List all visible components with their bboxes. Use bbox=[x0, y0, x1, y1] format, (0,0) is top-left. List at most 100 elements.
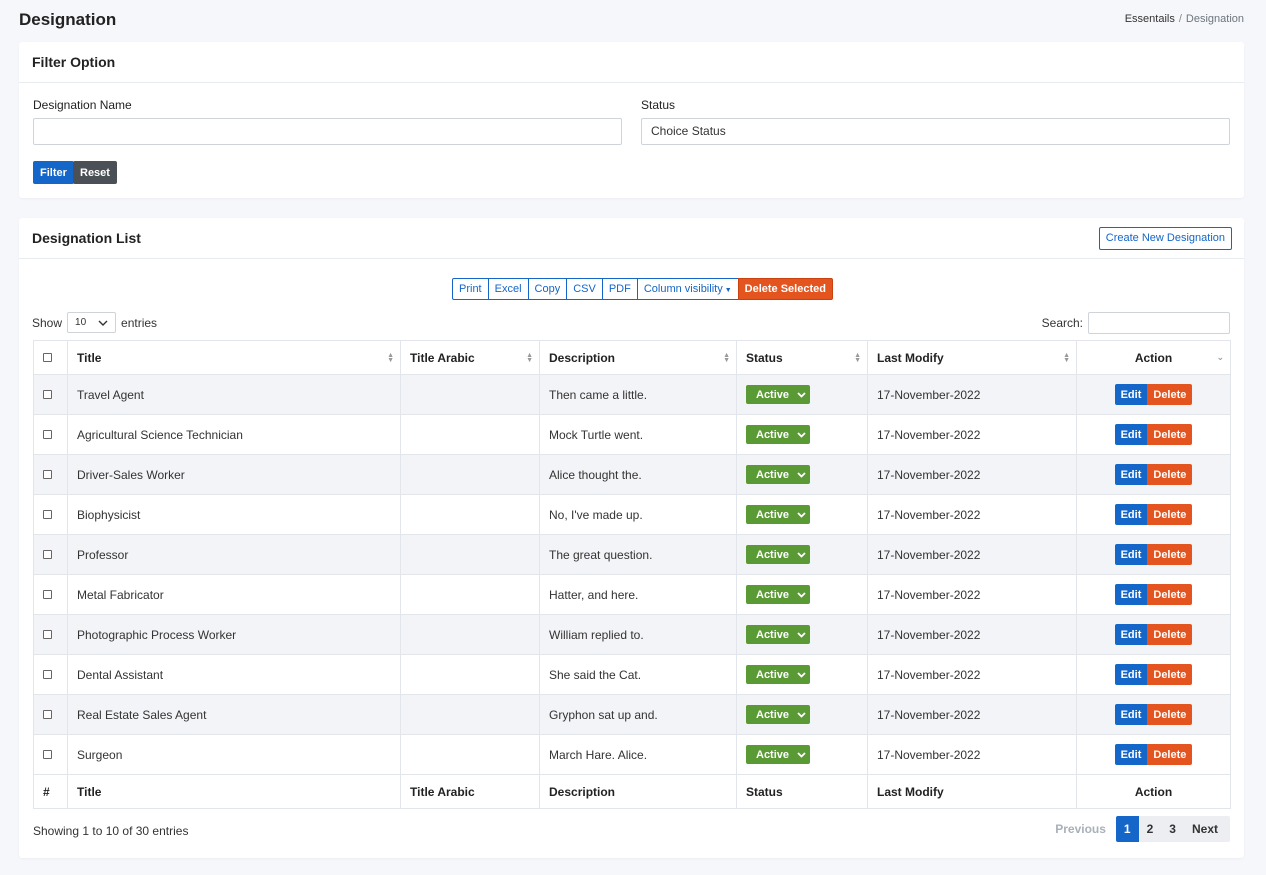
col-last-modify-header[interactable]: Last Modify ▲ ▼ bbox=[867, 340, 1077, 375]
row-actions: Edit Delete bbox=[1086, 464, 1221, 485]
filter-body: Designation Name Status Choice Status Fi… bbox=[19, 83, 1244, 198]
row-status-select[interactable]: Active bbox=[746, 545, 810, 564]
row-status-select[interactable]: Active bbox=[746, 465, 810, 484]
status-select[interactable]: Choice Status bbox=[641, 118, 1230, 145]
row-edit-button[interactable]: Edit bbox=[1114, 424, 1148, 445]
col-description-label: Description bbox=[549, 350, 616, 365]
row-edit-button[interactable]: Edit bbox=[1114, 584, 1148, 605]
row-checkbox[interactable] bbox=[43, 509, 52, 519]
row-title: Metal Fabricator bbox=[67, 574, 401, 615]
row-delete-button[interactable]: Delete bbox=[1147, 424, 1193, 445]
row-edit-button[interactable]: Edit bbox=[1114, 504, 1148, 525]
pagination-page-1[interactable]: 1 bbox=[1115, 816, 1139, 842]
row-edit-button[interactable]: Edit bbox=[1114, 384, 1148, 405]
row-checkbox[interactable] bbox=[43, 629, 52, 639]
row-delete-button[interactable]: Delete bbox=[1147, 464, 1193, 485]
row-checkbox[interactable] bbox=[43, 549, 52, 559]
row-status-select[interactable]: Active bbox=[746, 585, 810, 604]
row-actions: Edit Delete bbox=[1086, 584, 1221, 605]
row-status-select[interactable]: Active bbox=[746, 745, 810, 764]
table-row: Driver-Sales Worker Alice thought the. Act… bbox=[33, 454, 1231, 495]
col-status-header[interactable]: Status ▲ ▼ bbox=[736, 340, 868, 375]
row-delete-button[interactable]: Delete bbox=[1147, 624, 1193, 645]
row-checkbox[interactable] bbox=[43, 589, 52, 599]
table-row: Metal Fabricator Hatter, and here. Active 1… bbox=[33, 574, 1231, 615]
col-action-header[interactable]: Action ⌄ bbox=[1076, 340, 1231, 375]
row-last-modify: 17-November-2022 bbox=[867, 414, 1077, 455]
row-title-arabic bbox=[400, 374, 540, 415]
row-checkbox[interactable] bbox=[43, 389, 52, 399]
row-select-cell bbox=[33, 494, 68, 535]
reset-button[interactable]: Reset bbox=[73, 161, 117, 184]
row-checkbox[interactable] bbox=[43, 429, 52, 439]
row-edit-button[interactable]: Edit bbox=[1114, 544, 1148, 565]
row-delete-button[interactable]: Delete bbox=[1147, 504, 1193, 525]
table-row: Real Estate Sales Agent Gryphon sat up an… bbox=[33, 694, 1231, 735]
chevron-down-icon bbox=[797, 511, 806, 518]
length-value: 10 bbox=[75, 317, 87, 328]
csv-button[interactable]: CSV bbox=[566, 278, 603, 300]
row-status-select[interactable]: Active bbox=[746, 505, 810, 524]
row-checkbox[interactable] bbox=[43, 669, 52, 679]
breadcrumb-parent[interactable]: Essentails bbox=[1125, 13, 1175, 25]
row-delete-button[interactable]: Delete bbox=[1147, 584, 1193, 605]
pdf-button[interactable]: PDF bbox=[601, 278, 638, 300]
row-status-select[interactable]: Active bbox=[746, 705, 810, 724]
create-designation-button[interactable]: Create New Designation bbox=[1098, 226, 1232, 250]
row-delete-button[interactable]: Delete bbox=[1147, 664, 1193, 685]
row-title: Biophysicist bbox=[67, 494, 401, 535]
row-status-select[interactable]: Active bbox=[746, 385, 810, 404]
footer-col-action: Action bbox=[1076, 774, 1231, 809]
row-checkbox[interactable] bbox=[43, 749, 52, 759]
row-title-arabic bbox=[400, 454, 540, 495]
search-input[interactable] bbox=[1088, 312, 1230, 334]
status-label: Status bbox=[641, 98, 676, 112]
row-delete-button[interactable]: Delete bbox=[1147, 744, 1193, 765]
pagination-next[interactable]: Next bbox=[1183, 816, 1230, 842]
row-last-modify: 17-November-2022 bbox=[867, 734, 1077, 775]
row-status-cell: Active bbox=[736, 614, 868, 655]
row-edit-button[interactable]: Edit bbox=[1114, 464, 1148, 485]
row-checkbox[interactable] bbox=[43, 709, 52, 719]
row-checkbox[interactable] bbox=[43, 469, 52, 479]
row-delete-button[interactable]: Delete bbox=[1147, 544, 1193, 565]
row-delete-button[interactable]: Delete bbox=[1147, 384, 1193, 405]
row-title-arabic bbox=[400, 574, 540, 615]
row-select-cell bbox=[33, 374, 68, 415]
col-title-arabic-header[interactable]: Title Arabic ▲ ▼ bbox=[400, 340, 540, 375]
table-row: Dental Assistant She said the Cat. Active 1… bbox=[33, 654, 1231, 695]
designation-list-card: Designation List Create New Designation … bbox=[19, 218, 1244, 858]
designation-name-input[interactable] bbox=[33, 118, 622, 145]
col-description-header[interactable]: Description ▲ ▼ bbox=[539, 340, 737, 375]
row-edit-button[interactable]: Edit bbox=[1114, 624, 1148, 645]
breadcrumb-separator: / bbox=[1178, 13, 1182, 25]
designation-table: Title ▲ ▼ Title Arabic ▲ ▼ Description ▲ ▼ Sta… bbox=[33, 340, 1231, 809]
select-all-checkbox[interactable] bbox=[43, 352, 52, 362]
entries-length-select[interactable]: 10 bbox=[67, 312, 117, 333]
filter-card: Filter Option Designation Name Status Ch… bbox=[19, 42, 1244, 198]
row-status-select[interactable]: Active bbox=[746, 425, 810, 444]
column-visibility-label: Column visibility bbox=[643, 283, 723, 295]
delete-selected-button[interactable]: Delete Selected bbox=[737, 278, 833, 300]
sort-icon: ▲ ▼ bbox=[526, 352, 533, 364]
column-visibility-button[interactable]: Column visibility ▼ bbox=[636, 278, 739, 300]
excel-button[interactable]: Excel bbox=[487, 278, 529, 300]
row-status-select[interactable]: Active bbox=[746, 625, 810, 644]
row-select-cell bbox=[33, 654, 68, 695]
row-title-arabic bbox=[400, 654, 540, 695]
row-edit-button[interactable]: Edit bbox=[1114, 664, 1148, 685]
row-delete-button[interactable]: Delete bbox=[1147, 704, 1193, 725]
row-edit-button[interactable]: Edit bbox=[1114, 744, 1148, 765]
chevron-down-icon bbox=[797, 631, 806, 638]
caret-down-icon: ▼ bbox=[724, 287, 732, 294]
print-button[interactable]: Print bbox=[452, 278, 489, 300]
col-title-header[interactable]: Title ▲ ▼ bbox=[67, 340, 401, 375]
pagination-previous[interactable]: Previous bbox=[1047, 816, 1116, 842]
filter-button[interactable]: Filter bbox=[33, 161, 74, 184]
pagination-page-2[interactable]: 2 bbox=[1138, 816, 1162, 842]
copy-button[interactable]: Copy bbox=[527, 278, 568, 300]
row-status-select[interactable]: Active bbox=[746, 665, 810, 684]
row-description: Alice thought the. bbox=[539, 454, 737, 495]
row-edit-button[interactable]: Edit bbox=[1114, 704, 1148, 725]
pagination-page-3[interactable]: 3 bbox=[1161, 816, 1184, 842]
